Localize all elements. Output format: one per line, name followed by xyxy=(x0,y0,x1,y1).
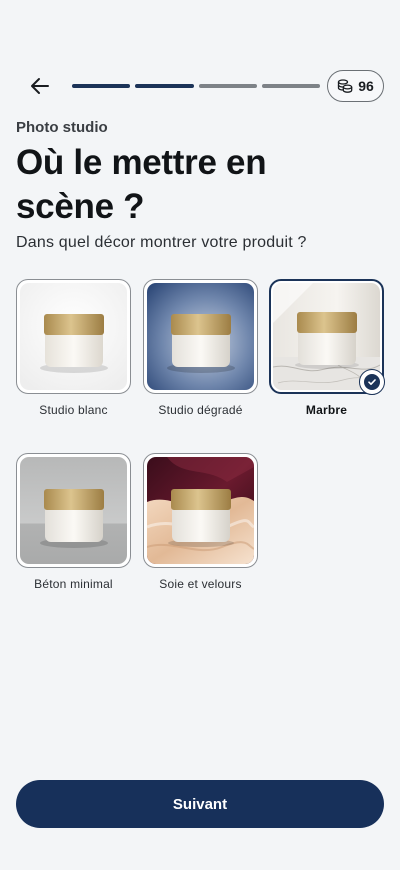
check-icon xyxy=(368,379,376,385)
page-subtitle: Dans quel décor montrer votre produit ? xyxy=(16,234,307,251)
option-label: Soie et velours xyxy=(159,577,242,591)
option-label: Béton minimal xyxy=(34,577,113,591)
option-beton-minimal[interactable]: Béton minimal xyxy=(16,453,131,591)
option-photo-studio-degrade xyxy=(147,283,254,390)
option-tile xyxy=(143,453,258,568)
option-tile xyxy=(16,279,131,394)
option-label: Studio dégradé xyxy=(158,403,243,417)
option-tile xyxy=(143,279,258,394)
section-eyebrow: Photo studio xyxy=(16,119,108,136)
progress-step-4 xyxy=(261,84,320,88)
option-studio-degrade[interactable]: Studio dégradé xyxy=(143,279,258,417)
option-tile xyxy=(269,279,385,395)
progress-step-3 xyxy=(198,84,257,88)
credits-badge[interactable]: 96 xyxy=(327,70,384,102)
step-progress xyxy=(72,84,320,88)
page-title: Où le mettre en scène ? xyxy=(16,143,267,226)
option-soie-et-velours[interactable]: Soie et velours xyxy=(143,453,258,591)
progress-step-2 xyxy=(135,84,194,88)
selected-check-badge xyxy=(359,369,385,395)
option-studio-blanc[interactable]: Studio blanc xyxy=(16,279,131,417)
option-photo-soie-et-velours xyxy=(147,457,254,564)
option-tile xyxy=(16,453,131,568)
top-bar: 96 xyxy=(0,68,400,104)
option-label: Studio blanc xyxy=(39,403,108,417)
credits-count: 96 xyxy=(358,78,374,94)
back-button[interactable] xyxy=(26,73,54,99)
arrow-left-icon xyxy=(31,78,49,94)
option-photo-studio-blanc xyxy=(20,283,127,390)
progress-step-1 xyxy=(72,84,131,88)
option-label: Marbre xyxy=(305,403,348,417)
next-button[interactable]: Suivant xyxy=(16,780,384,828)
option-photo-beton-minimal xyxy=(20,457,127,564)
coins-icon xyxy=(338,79,353,93)
option-marbre[interactable]: Marbre xyxy=(269,279,385,417)
